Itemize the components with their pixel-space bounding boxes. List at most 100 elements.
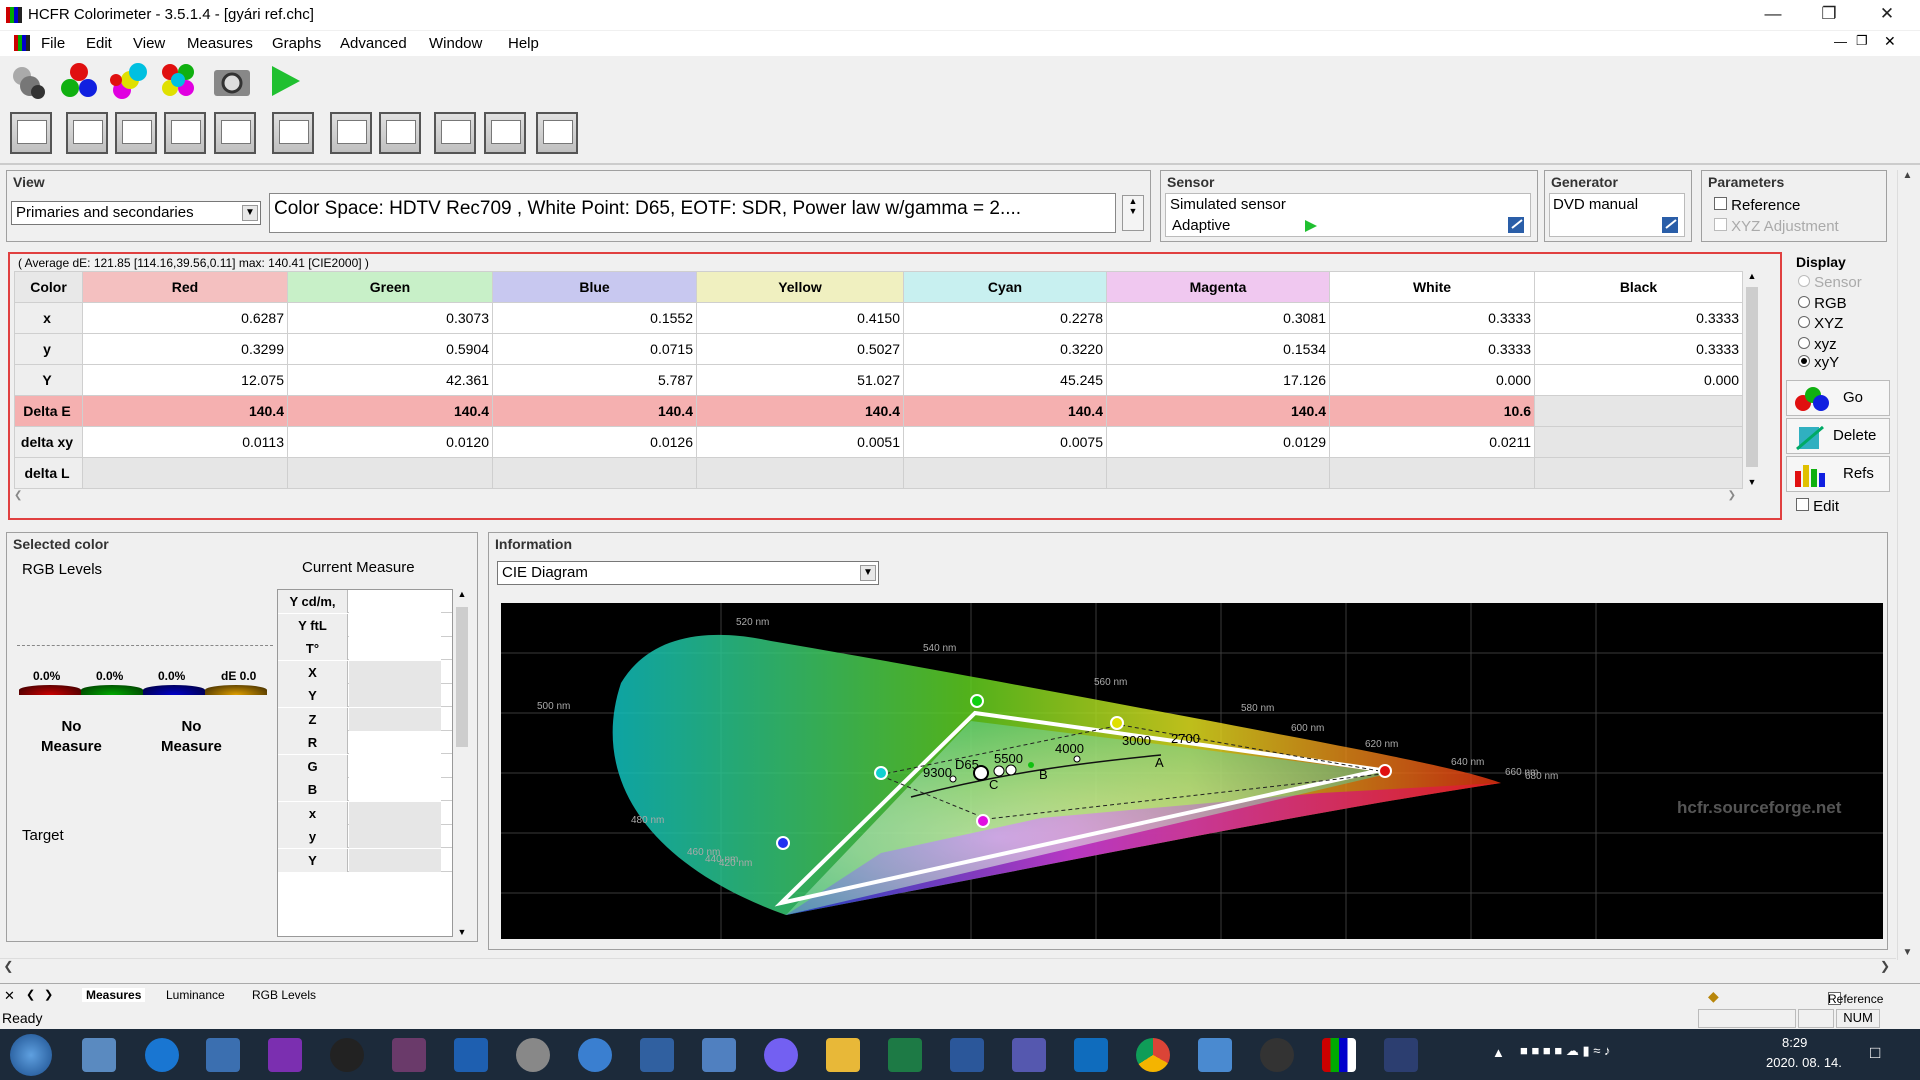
table-cell[interactable]: 0.3220 — [903, 333, 1107, 365]
taskbar-outlook-icon[interactable] — [1074, 1038, 1108, 1072]
menu-measures[interactable]: Measures — [187, 35, 253, 52]
tab-rgb-levels[interactable]: RGB Levels — [252, 988, 316, 1002]
table-cell[interactable]: 0.3333 — [1329, 302, 1535, 334]
close-tab-icon[interactable]: ✕ — [4, 988, 15, 1004]
taskbar-calculator-icon[interactable] — [702, 1038, 736, 1072]
taskbar-app-icon[interactable] — [330, 1038, 364, 1072]
taskbar-display-icon[interactable] — [1198, 1038, 1232, 1072]
taskbar-settings-icon[interactable] — [516, 1038, 550, 1072]
delete-button[interactable]: Delete — [1786, 418, 1890, 454]
taskbar-word-icon[interactable] — [950, 1038, 984, 1072]
table-cell[interactable]: 0.000 — [1329, 364, 1535, 396]
radio-rgb[interactable]: RGB — [1798, 295, 1847, 312]
menu-window[interactable]: Window — [429, 35, 482, 52]
table-cell[interactable]: 51.027 — [696, 364, 904, 396]
view-combo[interactable]: Primaries and secondaries ▼ — [11, 201, 261, 225]
table-cell[interactable]: 5.787 — [492, 364, 697, 396]
saturation-icon[interactable] — [379, 112, 421, 154]
menu-graphs[interactable]: Graphs — [272, 35, 321, 52]
menu-edit[interactable]: Edit — [86, 35, 112, 52]
play-icon[interactable] — [266, 60, 308, 102]
table-cell[interactable]: 140.4 — [696, 395, 904, 427]
taskbar-explorer-icon[interactable] — [82, 1038, 116, 1072]
taskbar-chrome-icon[interactable] — [1136, 1038, 1170, 1072]
table-cell[interactable]: 0.3081 — [1106, 302, 1330, 334]
col-header-cyan[interactable]: Cyan — [903, 271, 1107, 303]
table-cell[interactable]: 45.245 — [903, 364, 1107, 396]
taskbar-viber-icon[interactable] — [764, 1038, 798, 1072]
table-cell[interactable]: 0.0075 — [903, 426, 1107, 458]
table-cell[interactable]: 0.3299 — [82, 333, 288, 365]
taskbar-window-icon[interactable] — [454, 1038, 488, 1072]
tray-chevron-icon[interactable]: ▲ — [1492, 1045, 1505, 1060]
col-header-black[interactable]: Black — [1534, 271, 1743, 303]
taskbar-folder-icon[interactable] — [826, 1038, 860, 1072]
taskbar-media-icon[interactable] — [1260, 1038, 1294, 1072]
table-hscrollbar[interactable]: ❮ ❯ — [14, 490, 1742, 506]
start-button[interactable] — [10, 1034, 52, 1076]
table-cell[interactable]: 0.3333 — [1534, 333, 1743, 365]
measure-vscrollbar[interactable]: ▲ ▼ — [453, 589, 471, 937]
table-cell[interactable]: 0.3333 — [1329, 333, 1535, 365]
sensor-config-icon[interactable] — [1506, 214, 1528, 236]
table-cell[interactable]: 0.0120 — [287, 426, 493, 458]
radio-xyz-lower[interactable]: xyz — [1798, 336, 1837, 353]
radio-xyy[interactable]: xyY — [1798, 354, 1839, 371]
table-vscrollbar[interactable]: ▲ ▼ — [1744, 271, 1760, 487]
taskbar-qbittorrent-icon[interactable] — [578, 1038, 612, 1072]
table-cell[interactable] — [903, 457, 1107, 489]
measure-primaries-icon[interactable] — [58, 60, 100, 102]
spectrum-icon[interactable] — [536, 112, 578, 154]
taskbar-onenote-icon[interactable] — [268, 1038, 302, 1072]
play-icon[interactable] — [1303, 218, 1319, 234]
table-cell[interactable]: 140.4 — [82, 395, 288, 427]
radio-xyz-upper[interactable]: XYZ — [1798, 315, 1843, 332]
tray-icons[interactable]: ■ ■ ■ ■ ☁ ▮ ≈ ♪ — [1520, 1043, 1610, 1059]
table-cell[interactable] — [1329, 457, 1535, 489]
taskbar-save-icon[interactable] — [640, 1038, 674, 1072]
data-view-icon[interactable] — [10, 112, 52, 154]
status-config-icon[interactable]: ◆ — [1708, 988, 1719, 1005]
taskbar-teams-icon[interactable] — [1012, 1038, 1046, 1072]
table-cell[interactable] — [492, 457, 697, 489]
notification-icon[interactable]: □ — [1870, 1043, 1880, 1063]
cie-diagram[interactable]: 520 nm 540 nm 560 nm 580 nm 500 nm 600 n… — [501, 603, 1883, 939]
sensor-config-icon[interactable] — [8, 60, 50, 102]
table-cell[interactable]: 0.0211 — [1329, 426, 1535, 458]
tab-measures[interactable]: Measures — [82, 988, 146, 1002]
mdi-minimize-icon[interactable]: — — [1834, 34, 1847, 49]
table-cell[interactable]: 0.6287 — [82, 302, 288, 334]
generator-config-icon[interactable] — [1660, 214, 1682, 236]
col-header-red[interactable]: Red — [82, 271, 288, 303]
table-cell[interactable]: 0.0051 — [696, 426, 904, 458]
table-cell[interactable]: 0.1552 — [492, 302, 697, 334]
menu-view[interactable]: View — [133, 35, 165, 52]
table-cell[interactable]: 0.0113 — [82, 426, 288, 458]
table-cell[interactable]: 0.5027 — [696, 333, 904, 365]
delta-e-icon[interactable] — [330, 112, 372, 154]
table-cell[interactable]: 42.361 — [287, 364, 493, 396]
measure-secondaries-icon[interactable] — [108, 60, 150, 102]
main-vscrollbar[interactable]: ▲ ▼ — [1897, 170, 1917, 960]
col-header-magenta[interactable]: Magenta — [1106, 271, 1330, 303]
cie-chart-icon[interactable] — [272, 112, 314, 154]
table-cell[interactable]: 0.0715 — [492, 333, 697, 365]
table-cell[interactable] — [1106, 457, 1330, 489]
taskbar-excel-icon[interactable] — [888, 1038, 922, 1072]
mdi-close-icon[interactable]: ✕ — [1884, 33, 1896, 50]
main-hscrollbar[interactable]: ❮ ❯ — [0, 958, 1896, 976]
table-cell[interactable] — [287, 457, 493, 489]
table-cell[interactable] — [1534, 457, 1743, 489]
col-header-yellow[interactable]: Yellow — [696, 271, 904, 303]
tab-luminance[interactable]: Luminance — [166, 988, 225, 1002]
luminance-graph-icon[interactable] — [115, 112, 157, 154]
table-cell[interactable]: 0.0129 — [1106, 426, 1330, 458]
table-cell[interactable] — [82, 457, 288, 489]
info-combo[interactable]: CIE Diagram ▼ — [497, 561, 879, 585]
taskbar-winrar-icon[interactable] — [392, 1038, 426, 1072]
restore-button[interactable]: ❐ — [1806, 0, 1852, 30]
taskbar-rew-icon[interactable] — [1384, 1038, 1418, 1072]
table-cell[interactable] — [696, 457, 904, 489]
col-header-blue[interactable]: Blue — [492, 271, 697, 303]
camera-icon[interactable] — [211, 60, 253, 102]
